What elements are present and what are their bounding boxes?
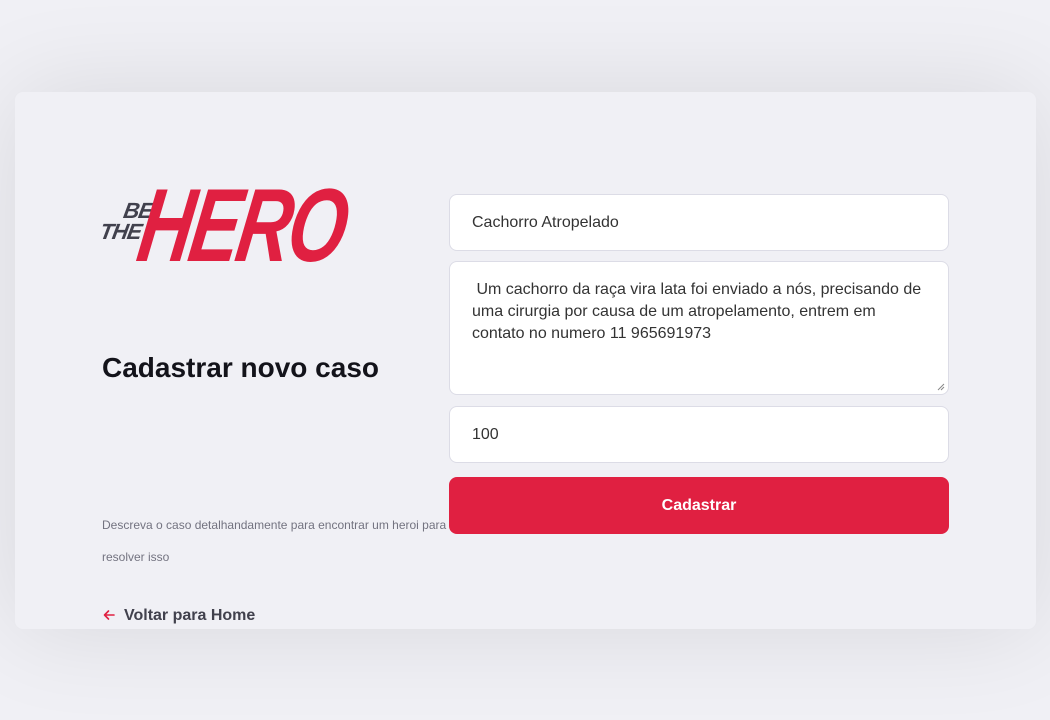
back-to-home-label: Voltar para Home: [124, 607, 256, 624]
logo-hero-text: HERO: [131, 168, 354, 284]
arrow-left-icon: [102, 608, 116, 625]
submit-button[interactable]: Cadastrar: [449, 477, 949, 534]
incident-title-input[interactable]: Cachorro Atropelado: [449, 194, 949, 251]
resize-grip-icon[interactable]: [937, 383, 945, 391]
be-the-hero-logo: BE THE HERO: [98, 168, 354, 286]
incident-description-textarea[interactable]: Um cachorro da raça vira lata foi enviad…: [449, 261, 949, 395]
page-description: Descreva o caso detalhandamente para enc…: [102, 518, 447, 564]
info-section: BE THE HERO Cadastrar novo caso Descreva…: [98, 168, 446, 624]
incident-value-input[interactable]: 100: [449, 406, 949, 463]
incident-description-text: Um cachorro da raça vira lata foi enviad…: [472, 281, 926, 342]
page-title: Cadastrar novo caso: [102, 352, 379, 383]
new-incident-card: BE THE HERO Cadastrar novo caso Descreva…: [15, 92, 1036, 629]
back-to-home-link[interactable]: Voltar para Home: [102, 607, 255, 625]
